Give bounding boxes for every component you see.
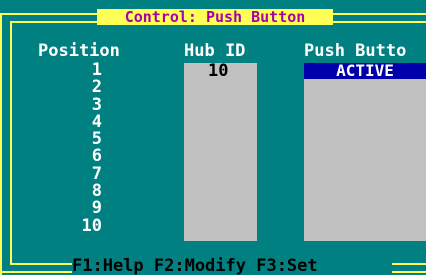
position-row: 2 [91, 77, 102, 98]
dos-window: Control: Push Button Position Hub ID Pus… [0, 0, 426, 275]
push-button-field-list[interactable]: ACTIVE [304, 63, 426, 241]
window-title: Control: Push Button [97, 9, 333, 25]
hub-id-value[interactable]: 10 [208, 63, 228, 80]
function-key-help: F1:Help F2:Modify F3:Set [72, 257, 392, 275]
frame-left-inner [10, 21, 12, 265]
position-row: 10 [81, 215, 102, 236]
push-button-column-header: Push Butto [304, 41, 407, 61]
position-column-header: Position [38, 41, 120, 61]
hub-id-field-list[interactable]: 10 [184, 63, 257, 241]
hub-id-column-header: Hub ID [184, 41, 246, 61]
frame-left-outer [0, 13, 2, 275]
push-button-status-selected[interactable]: ACTIVE [304, 63, 426, 79]
position-list: 1 2 3 4 5 6 7 8 9 10 [72, 61, 102, 236]
